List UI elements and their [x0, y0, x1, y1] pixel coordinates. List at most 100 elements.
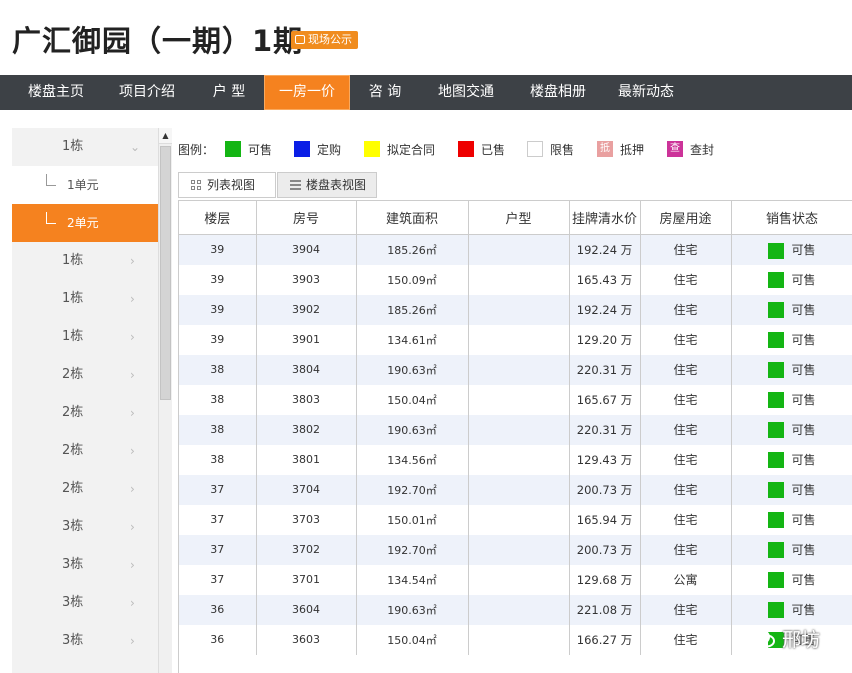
floor-cell: 36 [179, 594, 257, 625]
room-cell: 3902 [256, 294, 357, 325]
col-header-layout[interactable]: 户型 [468, 200, 570, 235]
room-cell: 3801 [256, 444, 357, 475]
col-header-status[interactable]: 销售状态 [731, 200, 852, 235]
chevron-right-icon: › [130, 292, 135, 306]
legend-label: 查封 [690, 143, 715, 157]
status-available-square [767, 242, 784, 259]
nav-item-news[interactable]: 最新动态 [604, 75, 688, 110]
status-label: 可售 [791, 392, 816, 407]
usage-cell: 住宅 [640, 474, 732, 505]
sidebar-scrollbar[interactable]: ▲ [158, 128, 172, 673]
sidebar-building[interactable]: 3栋 › [12, 622, 158, 660]
status-available-square [767, 572, 784, 589]
area-cell: 150.04㎡ [356, 624, 469, 655]
sidebar-building[interactable]: 1栋 › [12, 280, 158, 318]
building-label: 2栋 [62, 367, 84, 382]
floor-cell: 37 [179, 534, 257, 565]
sidebar-building[interactable]: 1栋 › [12, 318, 158, 356]
table-row[interactable]: 37 3704 192.70㎡ 200.73 万住宅 可售 [179, 474, 852, 505]
col-header-room[interactable]: 房号 [256, 200, 357, 235]
red-swatch [458, 141, 474, 157]
status-label: 可售 [791, 602, 816, 617]
price-cell: 166.27 万 [569, 624, 641, 655]
sidebar-building[interactable]: 2栋 › [12, 356, 158, 394]
sidebar-building[interactable]: 1栋 ⌄ [12, 128, 158, 166]
price-cell: 220.31 万 [569, 414, 641, 445]
nav-item-price-list[interactable]: 一房一价 [264, 75, 350, 110]
price-cell: 200.73 万 [569, 474, 641, 505]
green-swatch [225, 141, 241, 157]
nav-item-intro[interactable]: 项目介绍 [100, 75, 194, 110]
sidebar-unit[interactable]: 1单元 [12, 166, 158, 204]
onsite-notice-badge[interactable]: 现场公示 [291, 31, 358, 49]
price-cell: 165.94 万 [569, 504, 641, 535]
nav-item-layouts[interactable]: 户 型 [194, 75, 264, 110]
tab-table-view[interactable]: 楼盘表视图 [277, 172, 377, 198]
layout-cell [468, 564, 570, 595]
status-label: 可售 [791, 302, 816, 317]
status-cell: 可售 [731, 234, 852, 265]
table-row[interactable]: 36 3604 190.63㎡ 221.08 万住宅 可售 [179, 594, 852, 625]
building-label: 3栋 [62, 595, 84, 610]
chevron-right-icon: › [130, 558, 135, 572]
yellow-swatch [364, 141, 380, 157]
page-header: 广汇御园（一期）1期 现场公示 [0, 0, 852, 75]
status-label: 可售 [791, 332, 816, 347]
table-row[interactable]: 39 3903 150.09㎡ 165.43 万住宅 可售 [179, 264, 852, 295]
sidebar-building[interactable]: 1栋 › [12, 242, 158, 280]
sidebar-building[interactable]: 3栋 › [12, 546, 158, 584]
sidebar-building[interactable]: 3栋 › [12, 508, 158, 546]
building-label: 3栋 [62, 633, 84, 648]
tab-label: 楼盘表视图 [306, 178, 367, 192]
sidebar-unit-active[interactable]: 2单元 [12, 204, 158, 242]
nav-item-home[interactable]: 楼盘主页 [12, 75, 100, 110]
table-row[interactable]: 39 3904 185.26㎡ 192.24 万住宅 可售 [179, 234, 852, 265]
sidebar-building[interactable]: 2栋 › [12, 394, 158, 432]
area-cell: 185.26㎡ [356, 234, 469, 265]
table-row[interactable]: 38 3803 150.04㎡ 165.67 万住宅 可售 [179, 384, 852, 415]
building-label: 3栋 [62, 519, 84, 534]
usage-cell: 住宅 [640, 594, 732, 625]
status-available-square [767, 542, 784, 559]
room-cell: 3703 [256, 504, 357, 535]
col-header-usage[interactable]: 房屋用途 [640, 200, 732, 235]
table-row[interactable]: 39 3901 134.61㎡ 129.20 万住宅 可售 [179, 324, 852, 355]
scrollbar-thumb[interactable] [160, 146, 171, 400]
chevron-right-icon: › [130, 444, 135, 458]
layout-cell [468, 444, 570, 475]
status-label: 可售 [791, 482, 816, 497]
tab-label: 列表视图 [207, 178, 256, 192]
table-row[interactable]: 37 3702 192.70㎡ 200.73 万住宅 可售 [179, 534, 852, 565]
notice-icon [295, 35, 305, 44]
status-cell: 可售 [731, 594, 852, 625]
floor-cell: 39 [179, 264, 257, 295]
sidebar-building[interactable]: 2栋 › [12, 470, 158, 508]
sidebar-building[interactable]: 3栋 › [12, 584, 158, 622]
table-row[interactable]: 37 3703 150.01㎡ 165.94 万住宅 可售 [179, 504, 852, 535]
status-available-square [767, 422, 784, 439]
list-icon [290, 180, 301, 191]
status-available-square [767, 332, 784, 349]
tab-list-view[interactable]: 列表视图 [178, 172, 276, 198]
chevron-right-icon: › [130, 520, 135, 534]
scroll-up-arrow-icon[interactable]: ▲ [159, 128, 172, 144]
table-row[interactable]: 38 3801 134.56㎡ 129.43 万住宅 可售 [179, 444, 852, 475]
sidebar-building[interactable]: 2栋 › [12, 432, 158, 470]
usage-cell: 住宅 [640, 234, 732, 265]
table-row[interactable]: 39 3902 185.26㎡ 192.24 万住宅 可售 [179, 294, 852, 325]
table-row[interactable]: 37 3701 134.54㎡ 129.68 万公寓 可售 [179, 564, 852, 595]
area-cell: 190.63㎡ [356, 414, 469, 445]
col-header-floor[interactable]: 楼层 [179, 200, 257, 235]
table-row[interactable]: 38 3804 190.63㎡ 220.31 万住宅 可售 [179, 354, 852, 385]
table-row[interactable]: 38 3802 190.63㎡ 220.31 万住宅 可售 [179, 414, 852, 445]
watermark-text: 邢坊 [782, 629, 821, 651]
status-label: 可售 [791, 452, 816, 467]
nav-item-map-traffic[interactable]: 地图交通 [420, 75, 512, 110]
nav-item-album[interactable]: 楼盘相册 [512, 75, 604, 110]
col-header-area[interactable]: 建筑面积 [356, 200, 469, 235]
layout-cell [468, 414, 570, 445]
col-header-price[interactable]: 挂牌清水价 [569, 200, 641, 235]
nav-item-consult[interactable]: 咨 询 [350, 75, 420, 110]
usage-cell: 住宅 [640, 264, 732, 295]
chevron-down-icon: ⌄ [130, 140, 141, 154]
